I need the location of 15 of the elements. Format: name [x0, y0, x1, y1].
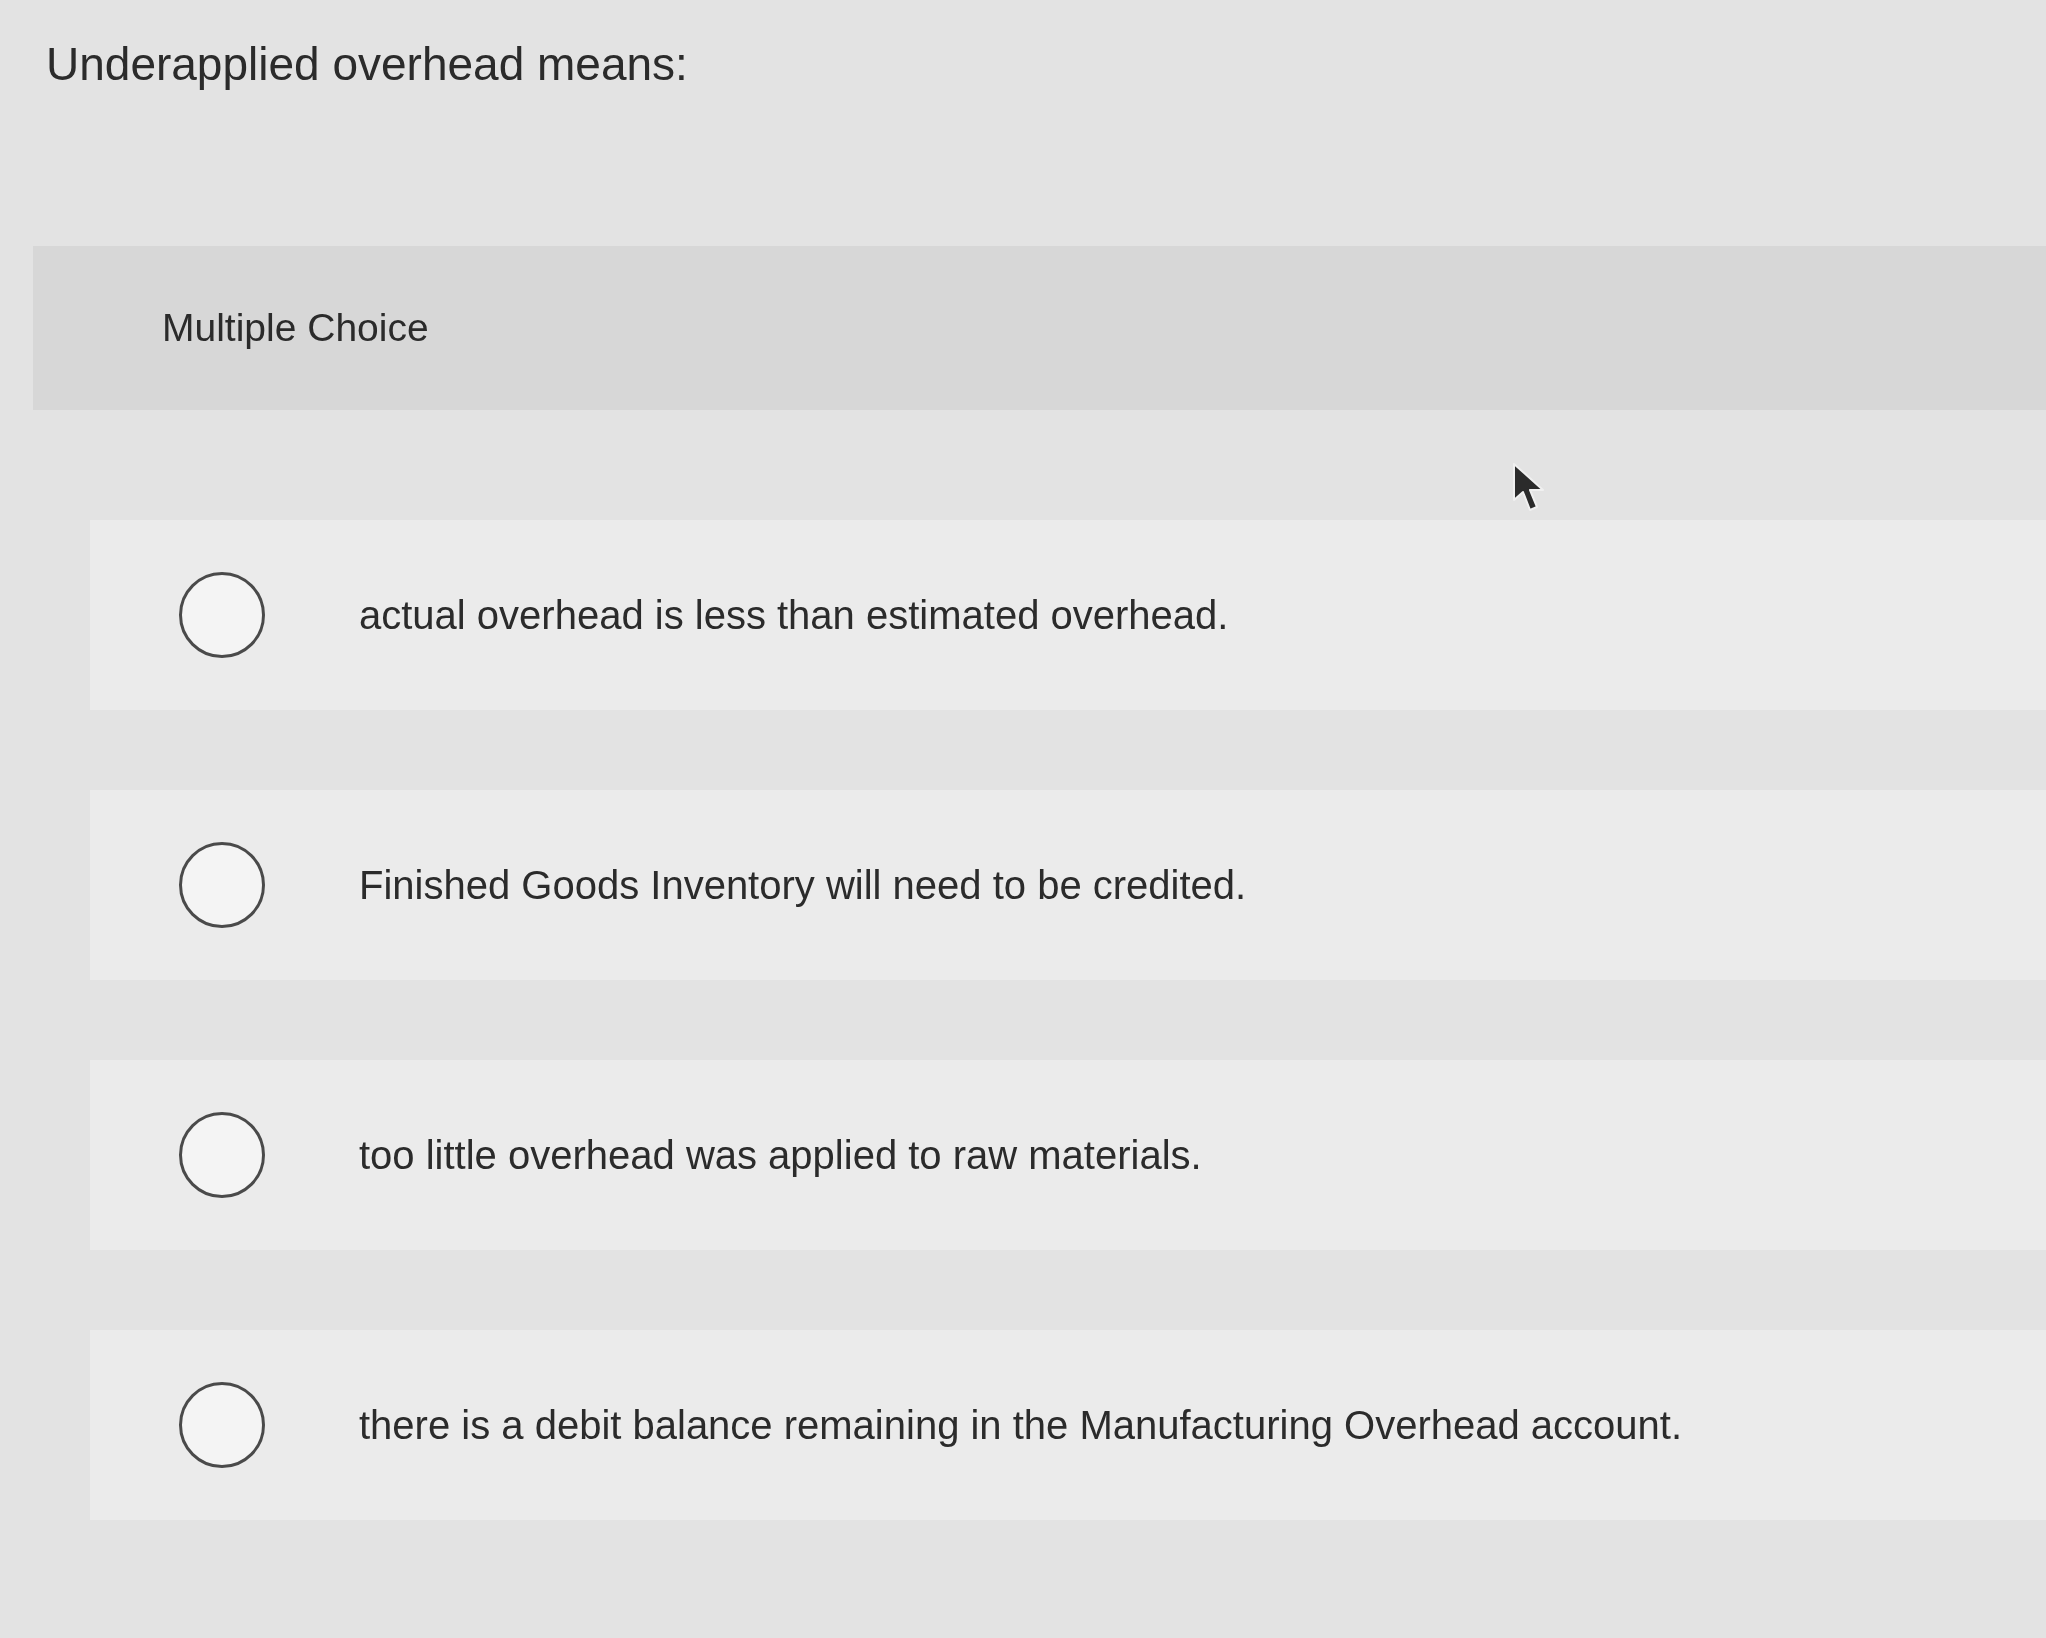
- answer-text: Finished Goods Inventory will need to be credited.: [359, 862, 1247, 909]
- answer-text: there is a debit balance remaining in the Manufacturing Overhead account.: [359, 1402, 1683, 1449]
- answer-text: actual overhead is less than estimated overhead.: [359, 592, 1229, 639]
- answer-option-row[interactable]: actual overhead is less than estimated overhead.: [90, 520, 2046, 710]
- question-text: Underapplied overhead means:: [46, 37, 688, 92]
- mouse-pointer-icon: [1512, 462, 1546, 514]
- answer-option-row[interactable]: Finished Goods Inventory will need to be credited.: [90, 790, 2046, 980]
- radio-button[interactable]: [178, 841, 266, 929]
- answer-option-row[interactable]: there is a debit balance remaining in the Manufacturing Overhead account.: [90, 1330, 2046, 1520]
- radio-button[interactable]: [178, 571, 266, 659]
- answer-text: too little overhead was applied to raw materials.: [359, 1132, 1202, 1179]
- radio-button[interactable]: [178, 1381, 266, 1469]
- question-type-bar: Multiple Choice: [33, 246, 2046, 410]
- answer-option-row[interactable]: too little overhead was applied to raw materials.: [90, 1060, 2046, 1250]
- radio-button[interactable]: [178, 1111, 266, 1199]
